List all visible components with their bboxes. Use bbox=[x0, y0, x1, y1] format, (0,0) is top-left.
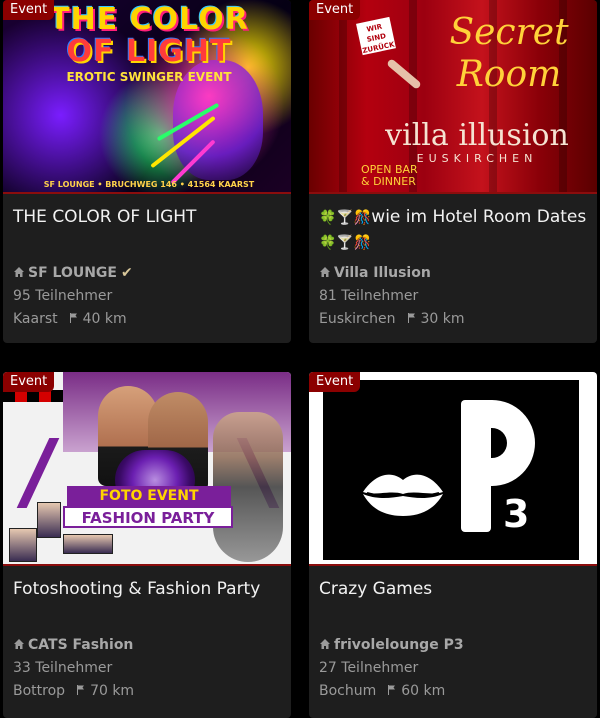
event-card[interactable]: Event THE COLOR OF LIGHT EROTIC SWINGER … bbox=[3, 0, 291, 343]
event-badge: Event bbox=[3, 0, 55, 20]
poster-thumbnail bbox=[9, 528, 37, 562]
house-icon bbox=[14, 267, 24, 277]
event-image[interactable]: Event FOTO EVENT FASHION PARTY bbox=[3, 372, 291, 566]
p3-logo-background: 3 bbox=[323, 380, 579, 560]
event-meta: Villa Illusion 81 Teilnehmer Euskirchen 3… bbox=[319, 262, 589, 331]
poster-subtitle: EROTIC SWINGER EVENT bbox=[66, 70, 232, 84]
poster-title-line1: THE COLOR bbox=[49, 2, 249, 37]
flag-icon bbox=[77, 685, 85, 695]
p3-letter-bowl bbox=[473, 400, 535, 486]
event-meta: SF LOUNGE ✔ 95 Teilnehmer Kaarst 40 km bbox=[13, 262, 283, 331]
venue-row[interactable]: SF LOUNGE ✔ bbox=[13, 262, 283, 285]
distance: 60 km bbox=[401, 683, 446, 699]
event-badge: Event bbox=[309, 372, 361, 392]
event-image[interactable]: Event 3 bbox=[309, 372, 597, 566]
flag-icon bbox=[388, 685, 396, 695]
poster-villa-name: villa illusion bbox=[385, 118, 569, 153]
participants-count: 33 Teilnehmer bbox=[13, 660, 113, 676]
poster-sticker: WIR SIND ZURÜCK bbox=[356, 16, 396, 56]
event-title[interactable]: Fotoshooting & Fashion Party bbox=[13, 577, 283, 601]
participants-count: 27 Teilnehmer bbox=[319, 660, 419, 676]
city: Bottrop bbox=[13, 683, 66, 699]
title-emojis-tail: 🍀🍸🎊 bbox=[319, 235, 372, 251]
event-title[interactable]: Crazy Games bbox=[319, 577, 589, 601]
house-icon bbox=[320, 639, 330, 649]
distance: 40 km bbox=[82, 311, 127, 327]
venue-link[interactable]: frivolelounge P3 bbox=[334, 637, 464, 653]
venue-row[interactable]: CATS Fashion bbox=[13, 634, 283, 657]
venue-row[interactable]: frivolelounge P3 bbox=[319, 634, 589, 657]
event-image[interactable]: Event THE COLOR OF LIGHT EROTIC SWINGER … bbox=[3, 0, 291, 194]
lips-icon bbox=[363, 474, 443, 516]
house-icon bbox=[14, 639, 24, 649]
location-row: Kaarst 40 km bbox=[13, 308, 283, 331]
event-card[interactable]: Event WIR SIND ZURÜCK Secret Room villa … bbox=[309, 0, 597, 343]
city: Bochum bbox=[319, 683, 377, 699]
event-badge: Event bbox=[309, 0, 361, 20]
flag-icon bbox=[69, 313, 77, 323]
venue-link[interactable]: Villa Illusion bbox=[334, 265, 431, 281]
event-badge: Event bbox=[3, 372, 55, 392]
event-meta: CATS Fashion 33 Teilnehmer Bottrop 70 km bbox=[13, 634, 283, 703]
venue-row[interactable]: Villa Illusion bbox=[319, 262, 589, 285]
poster-foto-event: FOTO EVENT bbox=[67, 486, 231, 506]
distance: 70 km bbox=[90, 683, 135, 699]
event-title[interactable]: THE COLOR OF LIGHT bbox=[13, 205, 283, 229]
event-card[interactable]: Event 3 Crazy Games frivolelounge P3 27 … bbox=[309, 372, 597, 718]
checkmark-icon: ✔ bbox=[120, 265, 133, 281]
event-card[interactable]: Event FOTO EVENT FASHION PARTY Fotoshoot… bbox=[3, 372, 291, 718]
event-grid: Event THE COLOR OF LIGHT EROTIC SWINGER … bbox=[0, 0, 600, 718]
poster-title-line2: OF LIGHT bbox=[66, 34, 232, 69]
participants-count: 81 Teilnehmer bbox=[319, 288, 419, 304]
poster-openbar: OPEN BAR & DINNER bbox=[361, 164, 418, 188]
curtain-fold bbox=[339, 0, 347, 192]
location-row: Bottrop 70 km bbox=[13, 680, 283, 703]
flag-icon bbox=[407, 313, 415, 323]
poster-thumbnail bbox=[37, 502, 61, 538]
participants-count: 95 Teilnehmer bbox=[13, 288, 113, 304]
city: Kaarst bbox=[13, 311, 58, 327]
distance: 30 km bbox=[420, 311, 465, 327]
poster-openbar-line2: & DINNER bbox=[361, 175, 416, 188]
event-title[interactable]: 🍀🍸🎊wie im Hotel Room Dates🍀🍸🎊 bbox=[319, 205, 589, 255]
event-meta: frivolelounge P3 27 Teilnehmer Bochum 60 … bbox=[319, 634, 589, 703]
venue-link[interactable]: SF LOUNGE bbox=[28, 265, 117, 281]
house-icon bbox=[320, 267, 330, 277]
poster-address: SF LOUNGE • BRUCHWEG 146 • 41564 KAARST bbox=[43, 180, 255, 189]
lightning-bolt-graphic bbox=[16, 438, 60, 508]
poster-thumbnail bbox=[63, 534, 113, 554]
location-row: Euskirchen 30 km bbox=[319, 308, 589, 331]
city: Euskirchen bbox=[319, 311, 396, 327]
title-emojis-lead: 🍀🍸🎊 bbox=[319, 210, 372, 226]
poster-fashion-party: FASHION PARTY bbox=[63, 506, 233, 528]
event-image[interactable]: Event WIR SIND ZURÜCK Secret Room villa … bbox=[309, 0, 597, 194]
title-text: wie im Hotel Room Dates bbox=[371, 207, 587, 227]
poster-secret-room: Secret Room bbox=[449, 12, 569, 95]
p3-logo-number: 3 bbox=[503, 492, 530, 536]
venue-link[interactable]: CATS Fashion bbox=[28, 637, 133, 653]
location-row: Bochum 60 km bbox=[319, 680, 589, 703]
